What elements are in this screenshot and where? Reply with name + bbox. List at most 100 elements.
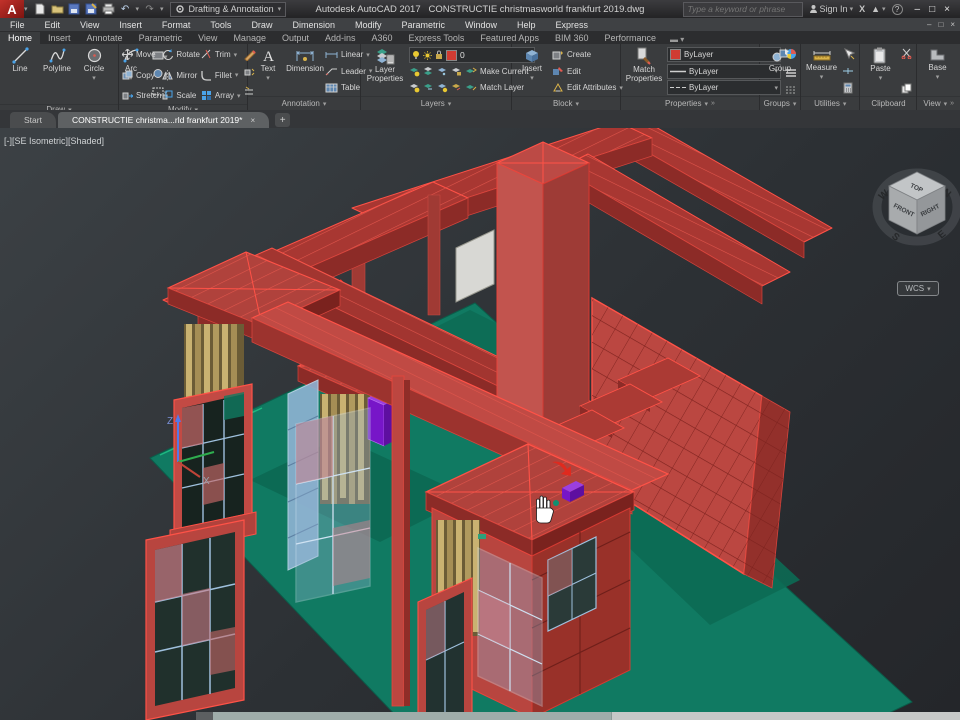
id-point-icon[interactable]: [843, 68, 853, 74]
panel-label-block[interactable]: Block▾: [512, 96, 620, 110]
menu-express[interactable]: Express: [546, 20, 599, 30]
measure-button[interactable]: Measure▾: [804, 46, 839, 96]
array-button[interactable]: Array▾: [201, 88, 241, 103]
doc-close-button[interactable]: ×: [950, 20, 955, 29]
sign-in-button[interactable]: Sign In ▾: [809, 4, 854, 14]
calculator-icon[interactable]: [843, 82, 853, 94]
save-icon[interactable]: [68, 3, 81, 16]
cut-icon[interactable]: [901, 48, 912, 59]
doc-restore-button[interactable]: □: [938, 20, 943, 29]
layer-on-bulb-icon[interactable]: [412, 50, 420, 60]
layer-color-swatch[interactable]: [446, 50, 457, 61]
tab-addins[interactable]: Add-ins: [317, 32, 364, 44]
tab-parametric[interactable]: Parametric: [131, 32, 191, 44]
minimize-button[interactable]: –: [915, 4, 921, 15]
layer-thaw-icon[interactable]: [423, 82, 434, 93]
tab-express-tools[interactable]: Express Tools: [401, 32, 473, 44]
menu-insert[interactable]: Insert: [109, 20, 152, 30]
mirror-button[interactable]: Mirror: [162, 68, 200, 83]
menu-file[interactable]: File: [0, 20, 35, 30]
layer-off-icon[interactable]: [409, 66, 420, 77]
panel-label-utilities[interactable]: Utilities▾: [801, 96, 859, 110]
undo-icon[interactable]: ↶: [119, 3, 132, 16]
new-drawing-tab-button[interactable]: +: [275, 113, 290, 127]
rotate-button[interactable]: Rotate: [162, 47, 200, 62]
search-input[interactable]: [684, 4, 804, 14]
viewcube[interactable]: W S E N TOP FRONT RIGHT: [877, 172, 957, 244]
menu-window[interactable]: Window: [455, 20, 507, 30]
scale-button[interactable]: Scale: [162, 88, 200, 103]
menu-help[interactable]: Help: [507, 20, 546, 30]
doc-minimize-button[interactable]: –: [927, 20, 931, 29]
dimension-button[interactable]: Dimension: [288, 46, 322, 96]
edit-block-button[interactable]: Edit: [552, 64, 623, 79]
paste-button[interactable]: Paste▾: [863, 46, 897, 96]
drawing-canvas[interactable]: Z X W S E N TOP FRONT RIGHT: [0, 128, 960, 720]
menu-parametric[interactable]: Parametric: [392, 20, 456, 30]
panel-label-clipboard[interactable]: Clipboard: [860, 96, 916, 110]
quick-select-icon[interactable]: [843, 48, 855, 60]
menu-format[interactable]: Format: [152, 20, 201, 30]
menu-view[interactable]: View: [70, 20, 109, 30]
redo-dropdown-icon[interactable]: ▾: [160, 5, 164, 13]
text-button[interactable]: A Text▾: [251, 46, 285, 96]
file-tab-close-icon[interactable]: ×: [250, 116, 255, 125]
tab-view[interactable]: View: [190, 32, 225, 44]
menu-modify[interactable]: Modify: [345, 20, 392, 30]
tab-bim360[interactable]: BIM 360: [547, 32, 597, 44]
edit-attributes-button[interactable]: Edit Attributes▾: [552, 80, 623, 95]
circle-button[interactable]: Circle▾: [77, 46, 111, 104]
wcs-button[interactable]: WCS▾: [897, 281, 939, 296]
workspace-switcher[interactable]: Drafting & Annotation ▾: [170, 2, 287, 17]
group-button[interactable]: Group: [763, 46, 797, 96]
match-properties-button[interactable]: Match Properties: [624, 46, 664, 96]
polyline-button[interactable]: Polyline: [40, 46, 74, 104]
horizontal-scrollbar[interactable]: [196, 712, 960, 720]
infocenter-search[interactable]: [683, 2, 803, 17]
menu-edit[interactable]: Edit: [35, 20, 71, 30]
move-button[interactable]: Move: [122, 47, 161, 62]
panel-label-view[interactable]: View▾»: [917, 96, 960, 110]
fillet-button[interactable]: Fillet▾: [201, 68, 241, 83]
layer-properties-button[interactable]: Layer Properties: [364, 46, 406, 96]
scrollbar-left-button[interactable]: [196, 712, 213, 720]
save-as-icon[interactable]: [85, 3, 98, 16]
layer-unlock-icon[interactable]: [437, 82, 448, 93]
trim-button[interactable]: Trim▾: [201, 47, 241, 62]
copy-clip-icon[interactable]: [901, 83, 912, 94]
menu-draw[interactable]: Draw: [241, 20, 282, 30]
copy-button[interactable]: Copy: [122, 68, 161, 83]
tab-performance[interactable]: Performance: [596, 32, 664, 44]
tab-annotate[interactable]: Annotate: [79, 32, 131, 44]
insert-button[interactable]: Insert▾: [515, 46, 549, 96]
menu-tools[interactable]: Tools: [200, 20, 241, 30]
tab-featured-apps[interactable]: Featured Apps: [472, 32, 547, 44]
stretch-button[interactable]: Stretch: [122, 88, 161, 103]
tab-home[interactable]: Home: [0, 32, 40, 44]
scrollbar-thumb[interactable]: [213, 712, 612, 720]
layer-lock-icon[interactable]: [435, 50, 443, 60]
layer-freeze-icon[interactable]: [437, 66, 448, 77]
layer-isolate-icon[interactable]: [423, 66, 434, 77]
menu-dimension[interactable]: Dimension: [282, 20, 345, 30]
help-icon[interactable]: ?: [892, 4, 903, 15]
plot-icon[interactable]: [102, 3, 115, 16]
connect-icon[interactable]: ▲▾: [871, 4, 885, 14]
panel-label-annotation[interactable]: Annotation▾: [248, 96, 360, 110]
autocad-logo-menu[interactable]: A: [0, 0, 24, 18]
layer-unisolate-icon[interactable]: [409, 82, 420, 93]
viewport-controls-label[interactable]: [-][SE Isometric][Shaded]: [4, 136, 104, 146]
close-button[interactable]: ×: [944, 4, 950, 15]
layer-lock-tool-icon[interactable]: [451, 66, 462, 77]
open-folder-icon[interactable]: [51, 3, 64, 16]
line-button[interactable]: Line: [3, 46, 37, 104]
drawing-viewport[interactable]: [-][SE Isometric][Shaded]: [0, 128, 960, 720]
file-tab-start[interactable]: Start: [10, 112, 56, 128]
layer-freeze-sun-icon[interactable]: [423, 51, 432, 60]
tab-output[interactable]: Output: [274, 32, 317, 44]
tab-insert[interactable]: Insert: [40, 32, 79, 44]
autodesk-exchange-icon[interactable]: X: [859, 4, 865, 14]
redo-icon[interactable]: ↷: [143, 3, 156, 16]
tab-manage[interactable]: Manage: [225, 32, 274, 44]
panel-label-layers[interactable]: Layers▾: [361, 96, 511, 110]
